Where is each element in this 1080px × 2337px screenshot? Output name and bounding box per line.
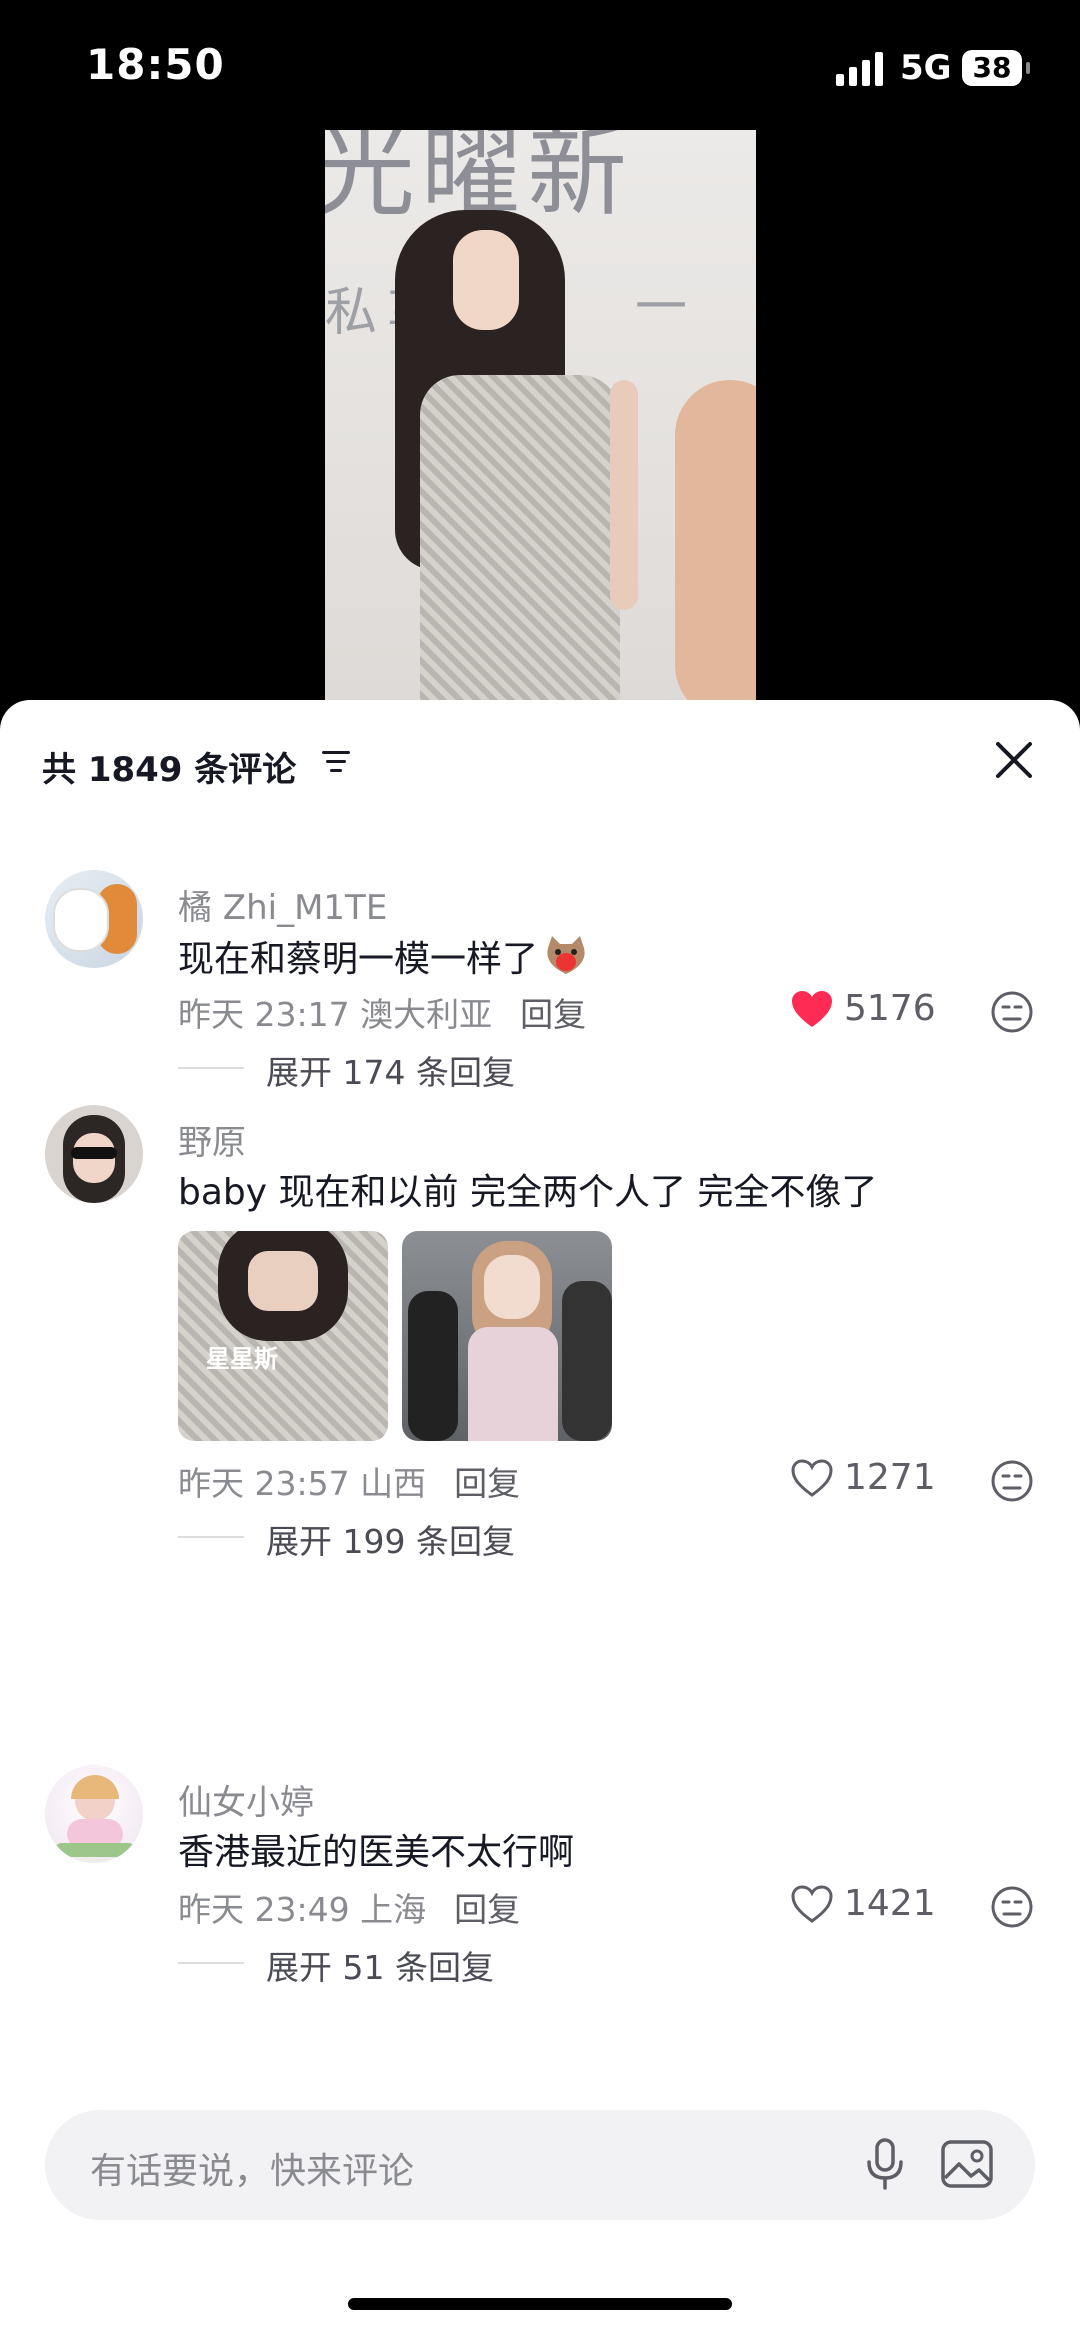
image-picker-icon[interactable]: [937, 2134, 997, 2194]
comment-meta: 昨天 23:17 澳大利亚 回复: [178, 988, 586, 1036]
video-banner-dash: 一: [635, 278, 688, 338]
heart-filled-icon: [792, 990, 832, 1027]
comment-username[interactable]: 野原: [178, 1115, 246, 1164]
heart-outline-icon: [791, 1884, 833, 1923]
comment-sheet: 共 1849 条评论 橘 Zhi_M1TE 现在和蔡明一模一样了 昨天 23:1…: [0, 700, 1080, 2337]
comment-date: 昨天 23:17 澳大利亚: [178, 995, 493, 1034]
like-button[interactable]: 1421: [790, 1883, 936, 1924]
heart-outline-icon: [791, 1458, 833, 1497]
like-count: 1271: [844, 1457, 936, 1498]
dislike-icon[interactable]: [990, 990, 1034, 1034]
microphone-icon[interactable]: [855, 2134, 915, 2194]
comment-item: 仙女小婷 香港最近的医美不太行啊 昨天 23:49 上海 回复 1421 展开 5…: [0, 1765, 1080, 2025]
reply-button[interactable]: 回复: [520, 995, 586, 1034]
comment-date: 昨天 23:57 山西: [178, 1464, 427, 1503]
comment-image-thumbnail[interactable]: [402, 1231, 612, 1441]
like-count: 5176: [844, 988, 936, 1029]
like-button[interactable]: 1271: [790, 1457, 936, 1498]
dislike-icon[interactable]: [990, 1459, 1034, 1503]
background-person: [675, 380, 756, 702]
comment-text: baby 现在和以前 完全两个人了 完全不像了: [178, 1172, 878, 1213]
comment-item: 橘 Zhi_M1TE 现在和蔡明一模一样了 昨天 23:17 澳大利亚 回复 51…: [0, 870, 1080, 1130]
avatar[interactable]: [45, 870, 143, 968]
comment-item: 野原 baby 现在和以前 完全两个人了 完全不像了 星星斯 昨天 23:57 …: [0, 1105, 1080, 1561]
expand-divider: [178, 1536, 244, 1538]
comment-meta: 昨天 23:57 山西 回复: [178, 1457, 520, 1505]
avatar[interactable]: [45, 1105, 143, 1203]
cat-emoji-icon: [547, 936, 585, 974]
home-indicator: [348, 2298, 732, 2310]
person-arm: [610, 380, 638, 610]
expand-divider: [178, 1067, 244, 1069]
comment-meta: 昨天 23:49 上海 回复: [178, 1883, 520, 1931]
comment-input-bar[interactable]: 有话要说，快来评论: [45, 2110, 1035, 2220]
comment-text-content: 现在和蔡明一模一样了: [178, 939, 539, 980]
like-count: 1421: [844, 1883, 936, 1924]
like-button[interactable]: 5176: [790, 988, 936, 1029]
expand-replies-button[interactable]: 展开 51 条回复: [266, 1941, 494, 1989]
expand-replies-button[interactable]: 展开 199 条回复: [266, 1515, 515, 1563]
comment-date: 昨天 23:49 上海: [178, 1890, 427, 1929]
network-type: 5G: [900, 48, 952, 88]
comment-text: 香港最近的医美不太行啊: [178, 1832, 575, 1873]
comment-input-placeholder[interactable]: 有话要说，快来评论: [90, 2142, 414, 2194]
status-bar: 18:50 5G 38: [0, 0, 1080, 130]
comment-images: 星星斯: [178, 1231, 612, 1441]
status-time: 18:50: [86, 40, 225, 89]
thumbnail-watermark: 星星斯: [206, 1345, 278, 1373]
close-icon[interactable]: [990, 736, 1038, 784]
comment-username[interactable]: 橘 Zhi_M1TE: [178, 880, 387, 929]
person-face: [453, 230, 519, 330]
comment-text: 现在和蔡明一模一样了: [178, 930, 590, 982]
person-dress: [420, 375, 620, 702]
dislike-icon[interactable]: [990, 1885, 1034, 1929]
sort-filter-icon[interactable]: [320, 748, 352, 776]
battery-indicator: 38: [962, 50, 1030, 86]
signal-icon: [836, 52, 883, 86]
comment-username[interactable]: 仙女小婷: [178, 1775, 314, 1824]
expand-replies-button[interactable]: 展开 174 条回复: [266, 1046, 515, 1094]
reply-button[interactable]: 回复: [454, 1464, 520, 1503]
expand-divider: [178, 1962, 244, 1964]
comment-count-title: 共 1849 条评论: [42, 750, 297, 790]
video-player[interactable]: 光曜新 私享 一: [325, 130, 756, 702]
avatar[interactable]: [45, 1765, 143, 1863]
reply-button[interactable]: 回复: [454, 1890, 520, 1929]
comment-image-thumbnail[interactable]: 星星斯: [178, 1231, 388, 1441]
